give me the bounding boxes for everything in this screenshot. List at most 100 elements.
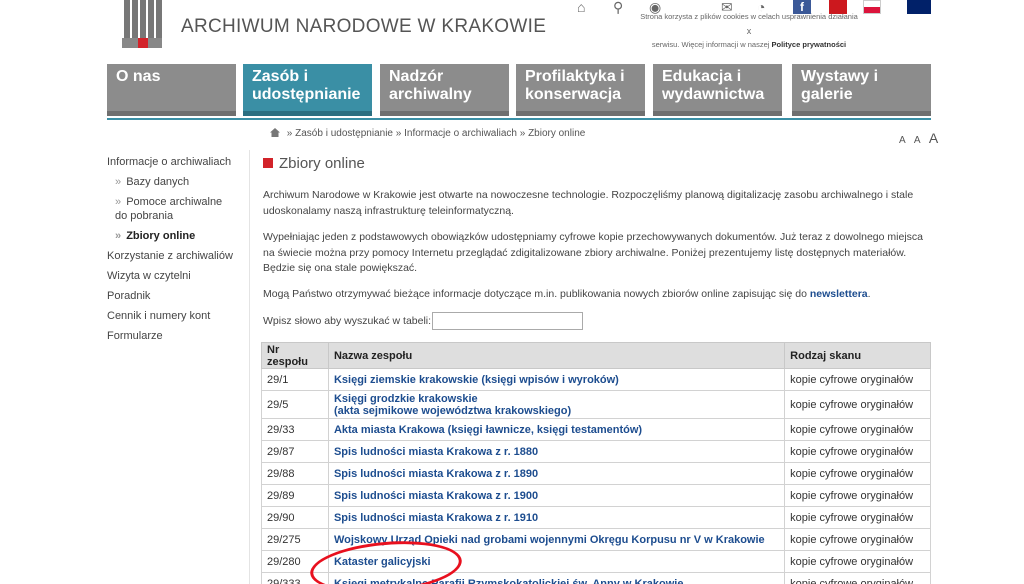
table-row: 29/90 Spis ludności miasta Krakowa z r. … (261, 506, 931, 529)
logo-red-square (138, 38, 148, 48)
table-row: 29/33 Akta miasta Krakowa (księgi ławnic… (261, 418, 931, 441)
description-paragraph: Wypełniając jeden z podstawowych obowiąz… (263, 231, 923, 274)
cell-name-link[interactable]: Spis ludności miasta Krakowa z r. 1910 (327, 506, 786, 529)
font-small-button[interactable]: A (899, 135, 905, 146)
cell-nr: 29/87 (261, 440, 329, 463)
table-row: 29/88 Spis ludności miasta Krakowa z r. … (261, 462, 931, 485)
sidebar-subitem-zbiory-online[interactable]: » Zbiory online (107, 229, 237, 243)
newsletter-text: Mogą Państwo otrzymywać bieżące informac… (263, 288, 807, 300)
cell-scan: kopie cyfrowe oryginałów (784, 484, 931, 507)
logo-column (148, 0, 154, 38)
cell-name-link[interactable]: Akta miasta Krakowa (księgi ławnicze, ks… (327, 418, 786, 441)
cookie-notice: Strona korzysta z plików cookies w celac… (634, 10, 864, 52)
font-medium-button[interactable]: A (914, 135, 920, 146)
breadcrumb-separator: » (395, 128, 402, 139)
cell-nr: 29/90 (261, 506, 329, 529)
logo-column (124, 0, 130, 38)
cell-nr: 29/33 (261, 418, 329, 441)
cell-name-link[interactable]: Spis ludności miasta Krakowa z r. 1880 (327, 440, 786, 463)
cell-name-link[interactable]: Spis ludności miasta Krakowa z r. 1890 (327, 462, 786, 485)
cell-scan: kopie cyfrowe oryginałów (784, 440, 931, 463)
nav-item-nadzor[interactable]: Nadzór archiwalny (380, 64, 509, 116)
search-icon[interactable]: ⚲ (613, 0, 631, 14)
logo-column (156, 0, 162, 38)
logo-column (140, 0, 146, 38)
main-navigation: O nas Zasób i udostępnianie Nadzór archi… (107, 64, 931, 119)
cell-name-line: Księgi grodzkie krakowskie (333, 392, 478, 405)
sidebar-divider (249, 150, 250, 584)
flag-pl-icon[interactable] (863, 0, 881, 14)
sidebar-subitem-label: Zbiory online (126, 230, 196, 242)
title-marker (263, 158, 273, 168)
cell-scan: kopie cyfrowe oryginałów (784, 462, 931, 485)
site-title[interactable]: ARCHIWUM NARODOWE W KRAKOWIE (181, 16, 546, 38)
nav-item-wystawy[interactable]: Wystawy i galerie (792, 64, 931, 116)
column-header-nazwa[interactable]: Nazwa zespołu (327, 342, 786, 369)
table-header-row: Nr zespołu Nazwa zespołu Rodzaj skanu (261, 342, 931, 369)
cell-scan: kopie cyfrowe oryginałów (784, 390, 931, 419)
nav-item-zasob[interactable]: Zasób i udostępnianie (243, 64, 372, 116)
cookie-text-2: serwisu. Więcej informacji w naszej (651, 40, 770, 49)
privacy-policy-link[interactable]: Polityce prywatności (772, 40, 847, 49)
newsletter-link[interactable]: newslettera (810, 288, 868, 300)
sidebar-item-poradnik[interactable]: Poradnik (107, 289, 237, 303)
sidebar-item-informacje[interactable]: Informacje o archiwaliach (107, 155, 237, 169)
newsletter-paragraph: Mogą Państwo otrzymywać bieżące informac… (263, 287, 933, 303)
cell-scan: kopie cyfrowe oryginałów (784, 572, 931, 584)
newsletter-end: . (867, 288, 871, 300)
nav-item-profilaktyka[interactable]: Profilaktyka i konserwacja (516, 64, 645, 116)
font-size-controls: A A A (893, 130, 938, 146)
cell-name-link[interactable]: Spis ludności miasta Krakowa z r. 1900 (327, 484, 786, 507)
table-search-input[interactable] (432, 312, 583, 330)
cell-scan: kopie cyfrowe oryginałów (784, 368, 931, 391)
nav-item-o-nas[interactable]: O nas (107, 64, 236, 116)
home-icon[interactable]: ⌂ (577, 0, 595, 14)
cell-nr: 29/1 (261, 368, 329, 391)
cell-scan: kopie cyfrowe oryginałów (784, 418, 931, 441)
cell-nr: 29/275 (261, 528, 329, 551)
cell-nr: 29/88 (261, 462, 329, 485)
cookie-text-1: Strona korzysta z plików cookies w celac… (640, 12, 858, 21)
page-title: Zbiory online (263, 155, 365, 172)
sidebar-item-wizyta[interactable]: Wizyta w czytelni (107, 269, 237, 283)
breadcrumb-current: Zbiory online (528, 128, 586, 139)
table-search-label: Wpisz słowo aby wyszukać w tabeli: (263, 315, 432, 327)
nav-item-edukacja[interactable]: Edukacja i wydawnictwa (653, 64, 782, 116)
table-row: 29/89 Spis ludności miasta Krakowa z r. … (261, 484, 931, 507)
breadcrumb-separator: » (286, 128, 293, 139)
sidebar-subitem-bazy[interactable]: » Bazy danych (107, 175, 237, 189)
breadcrumb-home-icon[interactable] (270, 128, 280, 137)
cell-name-link[interactable]: Księgi grodzkie krakowskie (akta sejmikow… (327, 390, 786, 419)
sidebar-subitem-label: Bazy danych (126, 176, 190, 188)
cookie-close-button[interactable]: x (634, 24, 864, 38)
breadcrumb-item[interactable]: Zasób i udostępnianie (295, 128, 393, 139)
breadcrumb-separator: » (519, 128, 526, 139)
font-large-button[interactable]: A (929, 130, 938, 146)
intro-paragraph: Archiwum Narodowe w Krakowie jest otwart… (263, 189, 914, 217)
table-row: 29/5 Księgi grodzkie krakowskie (akta sej… (261, 390, 931, 419)
sidebar-item-formularze[interactable]: Formularze (107, 329, 237, 343)
sidebar-item-cennik[interactable]: Cennik i numery kont (107, 309, 237, 323)
sidebar: Informacje o archiwaliach » Bazy danych … (107, 155, 237, 349)
page-title-text: Zbiory online (279, 155, 365, 172)
cell-name-link[interactable]: Księgi ziemskie krakowskie (księgi wpisó… (327, 368, 786, 391)
column-header-rodzaj[interactable]: Rodzaj skanu (784, 342, 931, 369)
column-header-nr[interactable]: Nr zespołu (261, 342, 329, 369)
table-row: 29/87 Spis ludności miasta Krakowa z r. … (261, 440, 931, 463)
cell-name-line: (akta sejmikowe województwa krakowskiego… (333, 404, 572, 417)
cell-scan: kopie cyfrowe oryginałów (784, 506, 931, 529)
breadcrumb: » Zasób i udostępnianie » Informacje o a… (270, 128, 585, 139)
nav-underline (107, 118, 931, 120)
flag-gb-icon[interactable] (907, 0, 931, 14)
sidebar-item-korzystanie[interactable]: Korzystanie z archiwaliów (107, 249, 237, 263)
sidebar-subitem-pomoce[interactable]: » Pomoce archiwalne do pobrania (107, 195, 237, 223)
cell-nr: 29/89 (261, 484, 329, 507)
table-row: 29/1 Księgi ziemskie krakowskie (księgi … (261, 368, 931, 391)
logo-column (132, 0, 138, 38)
archive-logo[interactable] (122, 0, 162, 48)
breadcrumb-item[interactable]: Informacje o archiwaliach (404, 128, 517, 139)
sidebar-subitem-label: Pomoce archiwalne do pobrania (115, 196, 223, 222)
cell-scan: kopie cyfrowe oryginałów (784, 550, 931, 573)
cell-scan: kopie cyfrowe oryginałów (784, 528, 931, 551)
cell-nr: 29/5 (261, 390, 329, 419)
